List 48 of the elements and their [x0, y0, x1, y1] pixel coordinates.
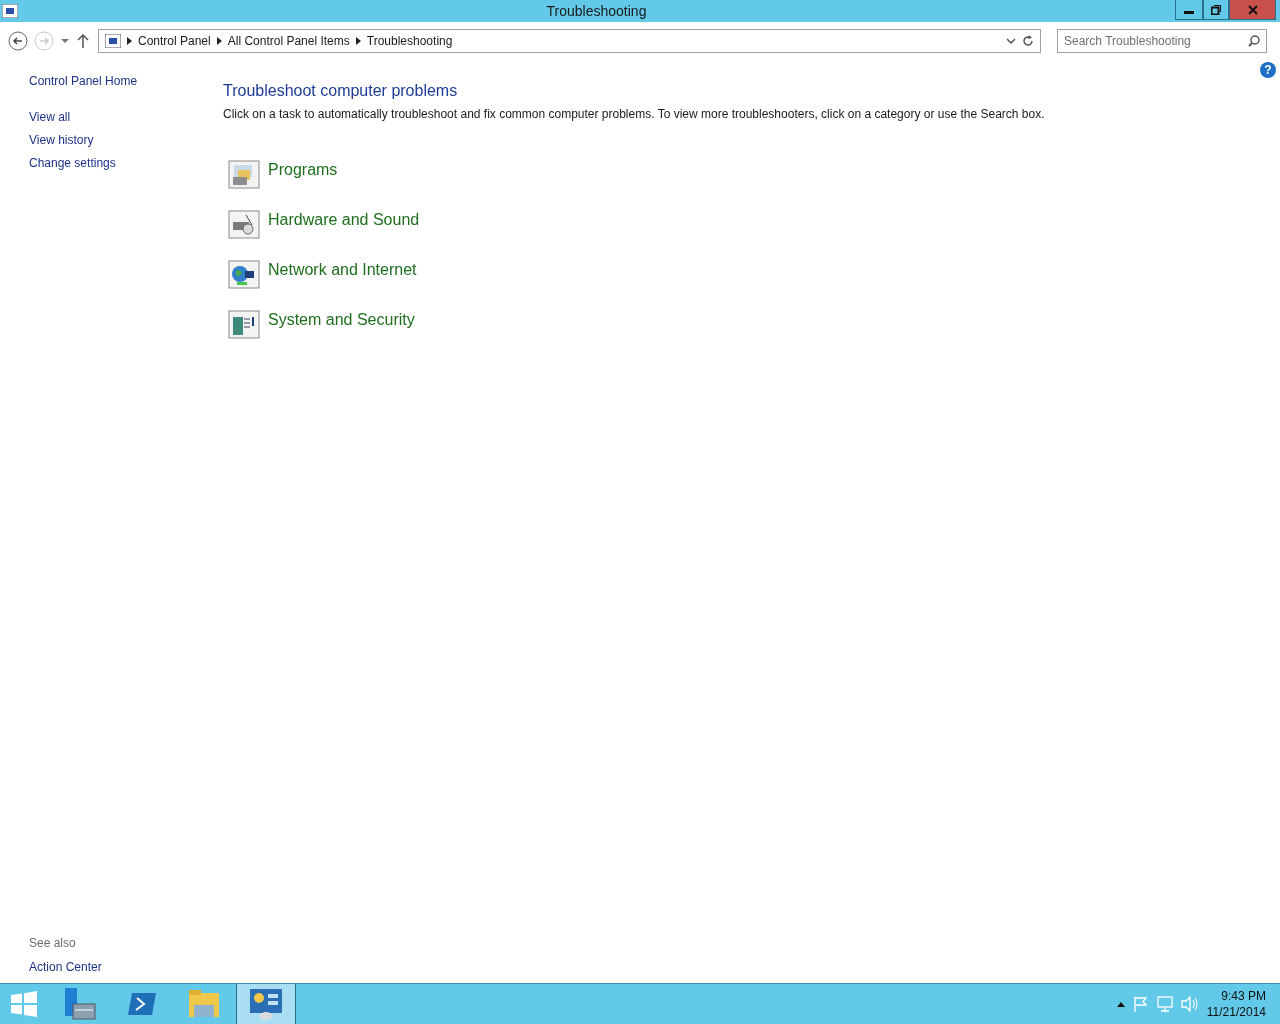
chevron-right-icon: [127, 37, 132, 45]
breadcrumb-link[interactable]: Troubleshooting: [366, 34, 453, 48]
recent-pages-button[interactable]: [60, 38, 70, 44]
window-checklist-icon: [228, 309, 260, 339]
back-button[interactable]: [8, 31, 28, 51]
globe-icon: [228, 259, 260, 289]
server-toolbox-icon: [63, 988, 97, 1020]
program-window-icon: [228, 159, 260, 189]
page-description: Click on a task to automatically troubleshoot and fix common computer problems. To view more troubleshooters, click on a category or use the Search box.: [223, 107, 1046, 121]
close-icon: [1247, 4, 1258, 15]
windows-logo-icon: [11, 991, 37, 1017]
refresh-icon: [1022, 35, 1034, 47]
search-field[interactable]: Search Troubleshooting: [1057, 29, 1267, 53]
category-link[interactable]: System and Security: [268, 311, 415, 329]
window-app-icon: [2, 4, 18, 18]
page-heading: Troubleshoot computer problems: [223, 82, 459, 100]
caret-up-icon[interactable]: [1116, 1001, 1125, 1007]
restore-button[interactable]: [1203, 0, 1229, 20]
sidebar-link[interactable]: Control Panel Home: [29, 74, 138, 88]
restore-icon: [1211, 4, 1221, 15]
see-also-link[interactable]: Action Center: [29, 960, 102, 974]
chevron-right-icon: [216, 37, 222, 45]
close-button[interactable]: [1229, 0, 1276, 20]
control-panel-icon: [249, 988, 283, 1020]
control-panel-icon: [105, 34, 121, 48]
folder-icon: [188, 990, 220, 1018]
category-link[interactable]: Network and Internet: [268, 261, 417, 279]
window-title: Troubleshooting: [545, 3, 648, 19]
sidebar-link[interactable]: Change settings: [29, 156, 116, 170]
category-link[interactable]: Hardware and Sound: [268, 211, 420, 229]
terminal-icon: [128, 993, 156, 1015]
minimize-button[interactable]: [1175, 0, 1203, 20]
chevron-down-icon: [1006, 37, 1016, 45]
breadcrumb-link[interactable]: Control Panel: [138, 34, 211, 48]
sidebar-link[interactable]: View history: [29, 133, 94, 147]
address-bar[interactable]: Control Panel All Control Panel Items Troubleshooting: [98, 29, 1041, 53]
help-button[interactable]: ?: [1260, 62, 1276, 78]
see-also-heading: See also: [29, 936, 77, 950]
category-link[interactable]: Programs: [268, 161, 338, 179]
taskbar-clock[interactable]: 9:43 PM 11/21/2014: [1206, 988, 1266, 1020]
taskbar-app-button[interactable]: [236, 984, 296, 1024]
chevron-right-icon: [355, 37, 361, 45]
breadcrumb-link[interactable]: All Control Panel Items: [227, 34, 350, 48]
sidebar-link[interactable]: View all: [29, 110, 71, 124]
printer-icon: [228, 209, 260, 239]
search-icon: [1248, 35, 1260, 47]
minimize-icon: [1184, 11, 1194, 14]
up-button[interactable]: [76, 33, 90, 49]
